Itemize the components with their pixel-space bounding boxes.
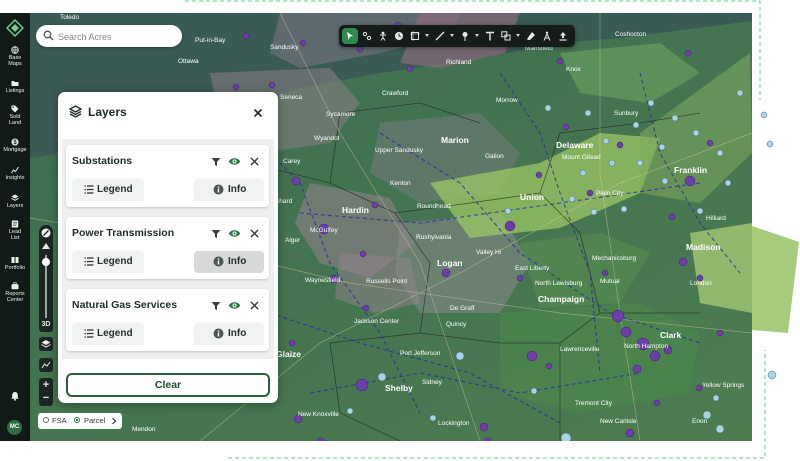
selection-outline [185, 0, 799, 459]
